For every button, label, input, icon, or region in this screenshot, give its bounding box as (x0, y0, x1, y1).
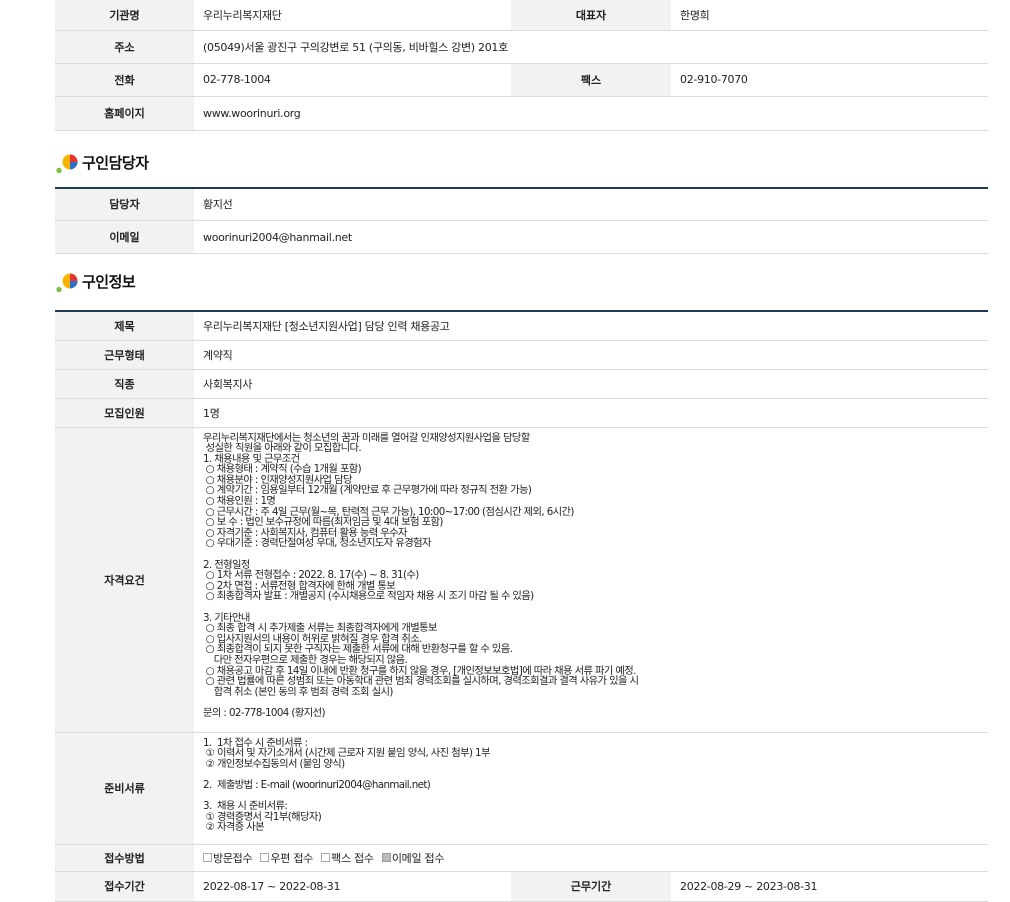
manager-value: 황지선 (194, 187, 988, 221)
address-value: (05049)서울 광진구 구의강변로 51 (구의동, 비바힐스 강변) 20… (194, 30, 988, 64)
workperiod-label: 근무기간 (511, 871, 671, 902)
method-email: 이메일 접수 (381, 852, 444, 865)
section-bullet-icon (56, 273, 78, 293)
worktype-value: 계약직 (194, 340, 988, 370)
method-post: 우편 접수 (260, 852, 313, 865)
table-row: 자격요건 우리누리복지재단에서는 청소년의 꿈과 미래를 열어갈 인재양성지원사… (55, 427, 988, 733)
org-name-value: 우리누리복지재단 (194, 0, 511, 31)
headcount-value: 1명 (194, 398, 988, 428)
fax-label: 팩스 (511, 63, 671, 97)
subject-label: 제목 (55, 311, 194, 341)
checkbox-icon (381, 853, 391, 862)
org-info-table: 기관명 우리누리복지재단 대표자 한명희 주소 (05049)서울 광진구 구의… (55, 0, 988, 131)
worktype-label: 근무형태 (55, 340, 194, 370)
job-section-title: 구인정보 (82, 273, 136, 291)
manager-label: 담당자 (55, 187, 194, 221)
jobkind-label: 직종 (55, 369, 194, 399)
phone-value: 02-778-1004 (194, 63, 511, 97)
fax-value: 02-910-7070 (671, 63, 988, 97)
table-row: 홈페이지 www.woorinuri.org (55, 96, 988, 131)
table-row: 제목 우리누리복지재단 [청소년지원사업] 담당 인력 채용공고 (55, 311, 988, 341)
period-value: 2022-08-17 ~ 2022-08-31 (194, 871, 511, 902)
ceo-label: 대표자 (511, 0, 671, 31)
qualification-label: 자격요건 (55, 427, 194, 733)
table-row: 모집인원 1명 (55, 398, 988, 428)
table-row: 근무형태 계약직 (55, 340, 988, 370)
checkbox-icon (321, 853, 331, 862)
table-row: 주소 (05049)서울 광진구 구의강변로 51 (구의동, 비바힐스 강변)… (55, 30, 988, 64)
contact-table: 담당자 황지선 이메일 woorinuri2004@hanmail.net (55, 186, 988, 254)
table-row: 기관명 우리누리복지재단 대표자 한명희 (55, 0, 988, 31)
workperiod-value: 2022-08-29 ~ 2023-08-31 (671, 871, 988, 902)
job-section-header: 구인정보 (55, 254, 988, 310)
homepage-label: 홈페이지 (55, 96, 194, 131)
method-fax: 팩스 접수 (321, 852, 374, 865)
docs-label: 준비서류 (55, 732, 194, 845)
method-label: 접수방법 (55, 844, 194, 872)
homepage-value: www.woorinuri.org (194, 96, 988, 131)
jobkind-value: 사회복지사 (194, 369, 988, 399)
headcount-label: 모집인원 (55, 398, 194, 428)
contact-section-title: 구인담당자 (82, 153, 149, 172)
table-row: 전화 02-778-1004 팩스 02-910-7070 (55, 63, 988, 97)
job-info-table: 제목 우리누리복지재단 [청소년지원사업] 담당 인력 채용공고 근무형태 계약… (55, 310, 988, 902)
section-bullet-icon (56, 154, 78, 173)
email-label: 이메일 (55, 220, 194, 254)
table-row: 직종 사회복지사 (55, 369, 988, 399)
table-row: 담당자 황지선 (55, 187, 988, 221)
org-name-label: 기관명 (55, 0, 194, 31)
period-label: 접수기간 (55, 871, 194, 902)
contact-section-header: 구인담당자 (55, 131, 988, 187)
method-visit: 방문접수 (203, 852, 253, 865)
recruit-detail: 기관명 우리누리복지재단 대표자 한명희 주소 (05049)서울 광진구 구의… (55, 0, 988, 902)
method-list: 방문접수 우편 접수 팩스 접수 이메일 접수 (194, 844, 988, 872)
table-row: 준비서류 1. 1차 접수 시 준비서류 : ① 이력서 및 자기소개서 (시간… (55, 732, 988, 845)
checkbox-icon (260, 853, 270, 862)
ceo-value: 한명희 (671, 0, 988, 31)
phone-label: 전화 (55, 63, 194, 97)
docs-text: 1. 1차 접수 시 준비서류 : ① 이력서 및 자기소개서 (시간제 근로자… (203, 736, 490, 834)
table-row: 이메일 woorinuri2004@hanmail.net (55, 220, 988, 254)
qualification-text: 우리누리복지재단에서는 청소년의 꿈과 미래를 열어갈 인재양성지원사업을 담당… (203, 431, 639, 719)
checkbox-icon (203, 853, 212, 862)
subject-value: 우리누리복지재단 [청소년지원사업] 담당 인력 채용공고 (194, 311, 988, 341)
address-label: 주소 (55, 30, 194, 64)
table-row: 접수방법 방문접수 우편 접수 팩스 접수 이메일 접수 (55, 844, 988, 872)
email-value: woorinuri2004@hanmail.net (194, 220, 988, 254)
table-row: 접수기간 2022-08-17 ~ 2022-08-31 근무기간 2022-0… (55, 871, 988, 902)
